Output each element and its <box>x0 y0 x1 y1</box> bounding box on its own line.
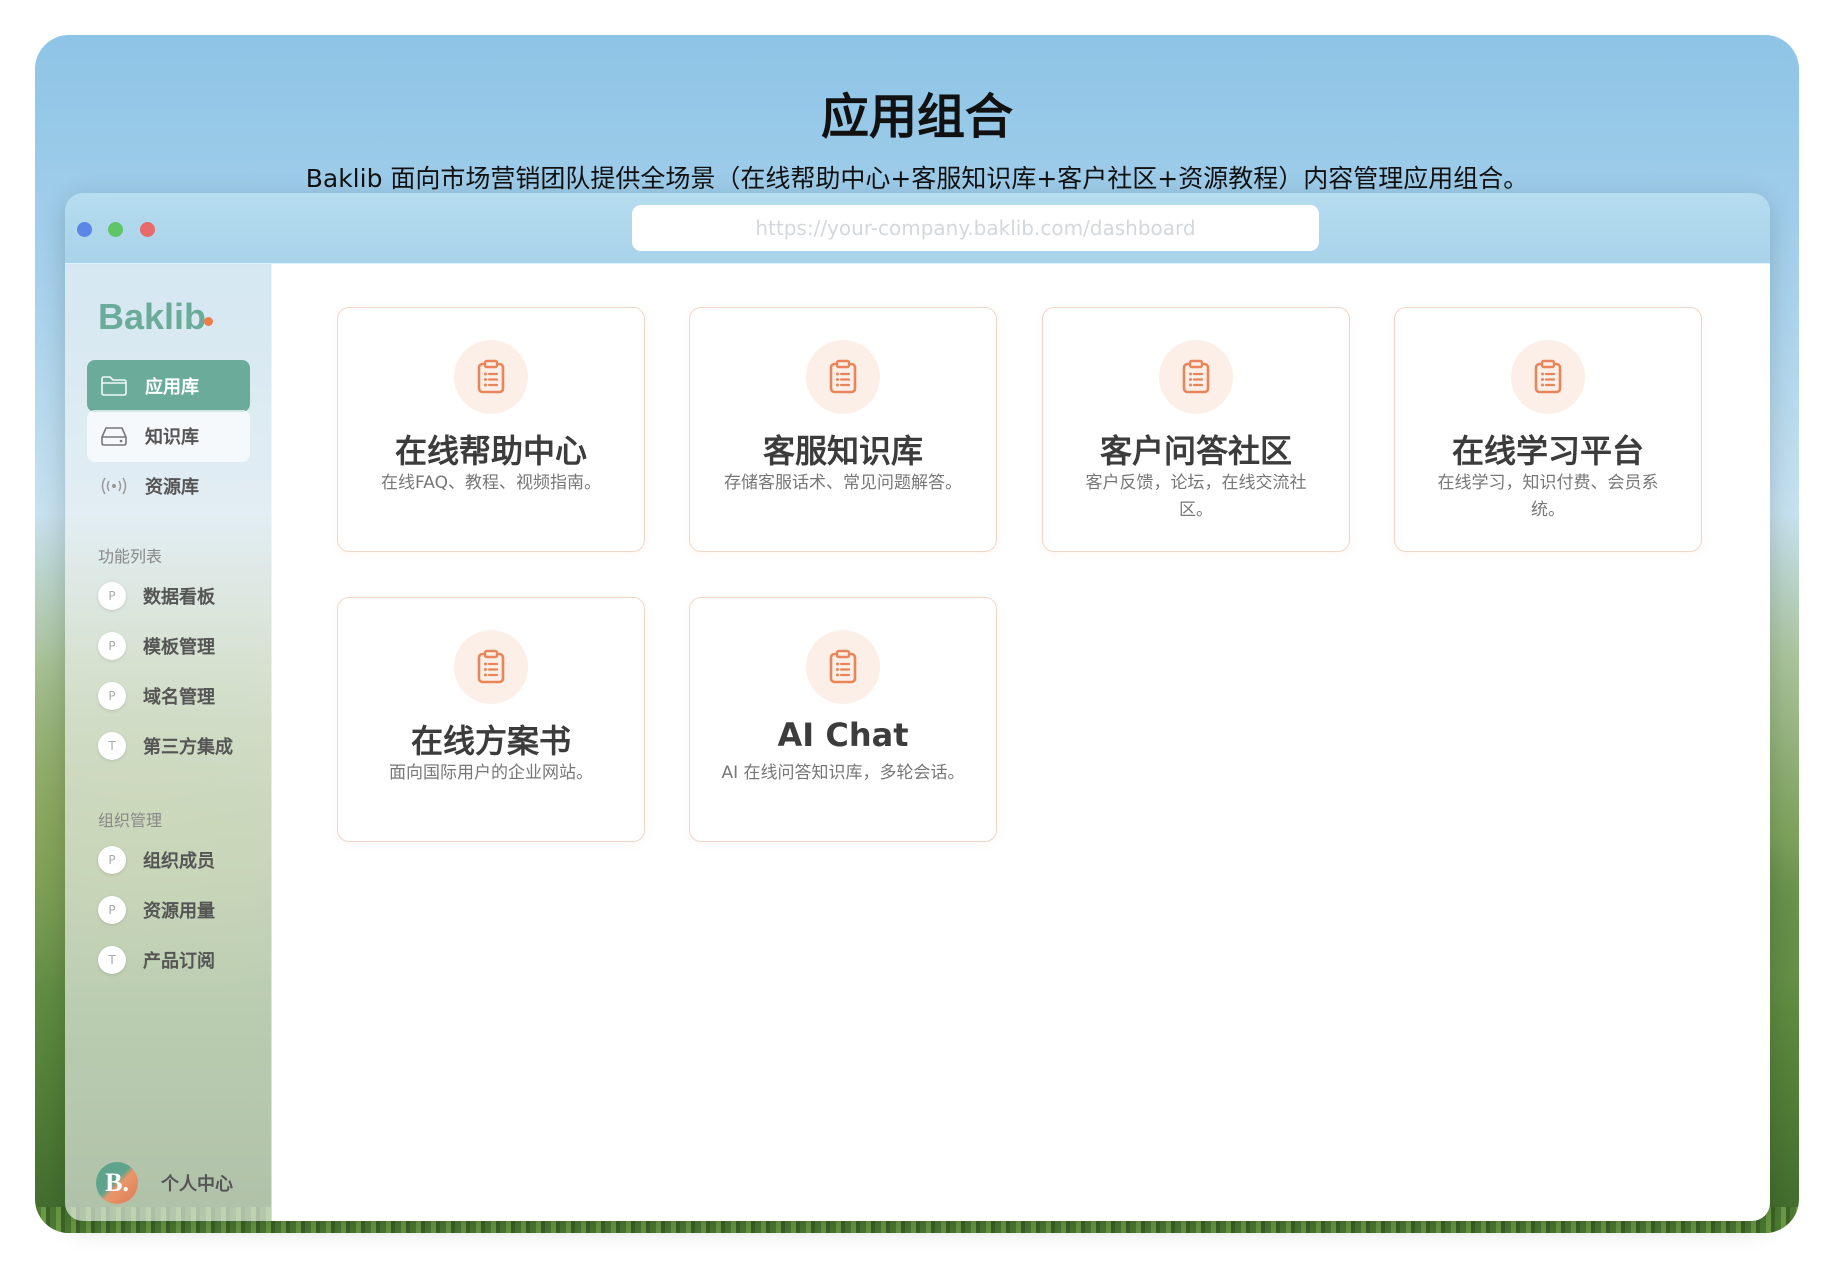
sidebar-item-subscription[interactable]: T 产品订阅 <box>98 944 215 976</box>
app-card-title: 客服知识库 <box>762 432 923 470</box>
address-bar-placeholder: https://your-company.baklib.com/dashboar… <box>755 216 1196 240</box>
clipboard-icon <box>1511 340 1585 414</box>
profile-link[interactable]: 个人中心 <box>161 1170 233 1196</box>
sidebar-item-label: 资源用量 <box>143 901 215 922</box>
logo[interactable]: Baklib <box>98 296 206 338</box>
browser-window: https://your-company.baklib.com/dashboar… <box>65 193 1770 1221</box>
app-card-title: 在线学习平台 <box>1451 432 1644 470</box>
sidebar-item-resource-library[interactable]: 资源库 <box>87 460 250 512</box>
sidebar-item-label: 产品订阅 <box>143 951 215 972</box>
sidebar-item-integrations[interactable]: T 第三方集成 <box>98 730 233 762</box>
sidebar: Baklib 应用库 知识库 资源库 功能列表 P 数据看板 P 模板管理 P … <box>65 264 272 1221</box>
plan-badge: P <box>98 896 126 924</box>
sidebar-item-label: 模板管理 <box>143 637 215 658</box>
sidebar-item-app-library[interactable]: 应用库 <box>87 360 250 412</box>
app-card-ai-chat[interactable]: AI Chat AI 在线问答知识库，多轮会话。 <box>689 597 997 842</box>
clipboard-icon <box>454 340 528 414</box>
sidebar-item-label: 第三方集成 <box>143 737 233 758</box>
sidebar-item-domains[interactable]: P 域名管理 <box>98 680 215 712</box>
app-card-description: 面向国际用户的企业网站。 <box>389 763 593 783</box>
sidebar-item-label: 组织成员 <box>143 851 215 872</box>
sidebar-item-members[interactable]: P 组织成员 <box>98 844 215 876</box>
hero-title: 应用组合 <box>820 89 1013 145</box>
browser-titlebar: https://your-company.baklib.com/dashboar… <box>65 193 1770 264</box>
app-card-title: 在线方案书 <box>410 722 571 760</box>
sidebar-item-label: 资源库 <box>145 477 199 498</box>
clipboard-icon <box>806 630 880 704</box>
window-dot-red[interactable] <box>140 222 155 237</box>
sidebar-item-knowledge-base[interactable]: 知识库 <box>87 410 250 462</box>
clipboard-icon <box>454 630 528 704</box>
sidebar-item-dashboard[interactable]: P 数据看板 <box>98 580 215 612</box>
app-card-help-center[interactable]: 在线帮助中心 在线FAQ、教程、视频指南。 <box>337 307 645 552</box>
folder-icon <box>99 373 129 399</box>
app-card-proposal[interactable]: 在线方案书 面向国际用户的企业网站。 <box>337 597 645 842</box>
app-grid: 在线帮助中心 在线FAQ、教程、视频指南。 客服知识库 存储客服话术、常见问题解… <box>272 264 1770 1221</box>
sidebar-item-templates[interactable]: P 模板管理 <box>98 630 215 662</box>
window-dot-blue[interactable] <box>77 222 92 237</box>
app-card-community[interactable]: 客户问答社区 客户反馈，论坛，在线交流社区。 <box>1042 307 1350 552</box>
app-card-title: AI Chat <box>777 716 909 754</box>
app-card-description: AI 在线问答知识库，多轮会话。 <box>721 763 965 783</box>
address-bar[interactable]: https://your-company.baklib.com/dashboar… <box>632 205 1319 251</box>
app-card-description: 客户反馈，论坛，在线交流社区。 <box>1085 473 1307 520</box>
logo-dot <box>204 317 213 326</box>
features-section-label: 功能列表 <box>98 547 163 566</box>
clipboard-icon <box>1159 340 1233 414</box>
org-section-label: 组织管理 <box>98 811 163 830</box>
app-card-description: 存储客服话术、常见问题解答。 <box>724 473 962 493</box>
sidebar-item-usage[interactable]: P 资源用量 <box>98 894 215 926</box>
plan-badge: T <box>98 732 126 760</box>
sidebar-item-label: 应用库 <box>145 377 199 398</box>
app-card-learning[interactable]: 在线学习平台 在线学习，知识付费、会员系统。 <box>1394 307 1702 552</box>
sidebar-item-label: 数据看板 <box>143 587 215 608</box>
app-card-title: 客户问答社区 <box>1099 432 1292 470</box>
plan-badge: P <box>98 632 126 660</box>
app-card-description: 在线FAQ、教程、视频指南。 <box>381 473 601 493</box>
plan-badge: T <box>98 946 126 974</box>
sidebar-item-label: 知识库 <box>145 427 199 448</box>
avatar[interactable]: B. <box>96 1162 138 1204</box>
app-card-support-kb[interactable]: 客服知识库 存储客服话术、常见问题解答。 <box>689 307 997 552</box>
plan-badge: P <box>98 582 126 610</box>
clipboard-icon <box>806 340 880 414</box>
broadcast-icon <box>99 473 129 499</box>
app-card-description: 在线学习，知识付费、会员系统。 <box>1437 473 1659 520</box>
app-card-title: 在线帮助中心 <box>394 432 587 470</box>
plan-badge: P <box>98 682 126 710</box>
hero-subtitle: Baklib 面向市场营销团队提供全场景（在线帮助中心+客服知识库+客户社区+资… <box>305 164 1529 193</box>
plan-badge: P <box>98 846 126 874</box>
sidebar-item-label: 域名管理 <box>143 687 215 708</box>
drive-icon <box>99 423 129 449</box>
window-dot-green[interactable] <box>108 222 123 237</box>
